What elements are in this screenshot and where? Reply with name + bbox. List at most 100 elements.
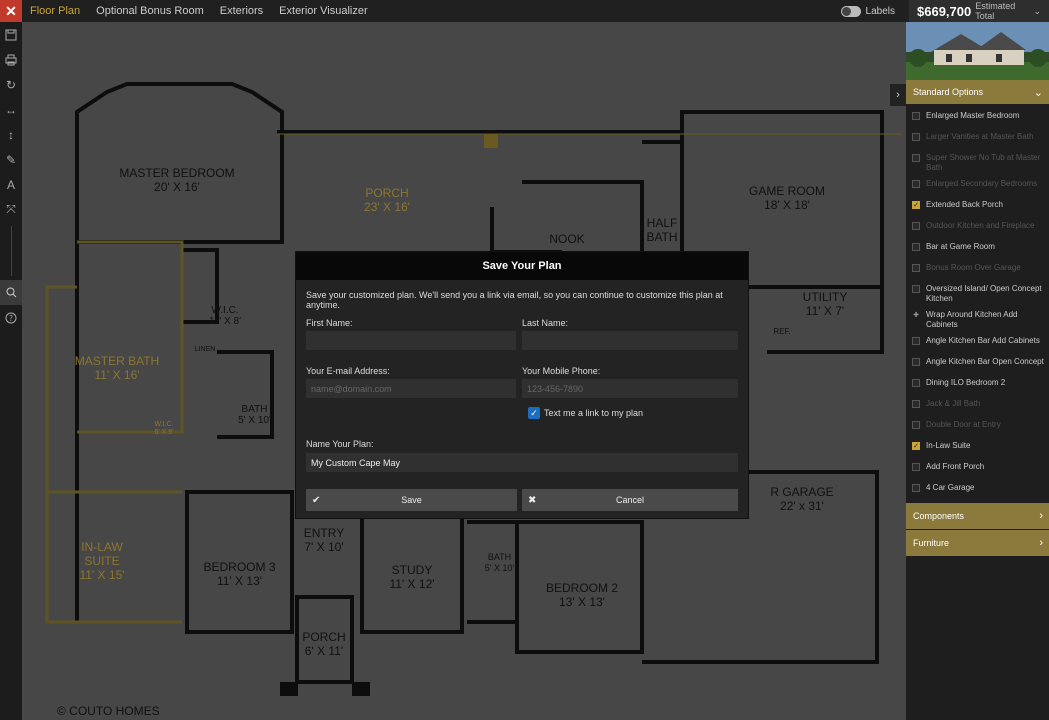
price-value: $669,700 (917, 3, 972, 19)
room-label-utility: UTILITY 11' X 7' (780, 290, 870, 318)
room-name: ENTRY (303, 526, 345, 540)
room-size: 22' x 31' (780, 499, 824, 513)
room-size: 5' X 10' (238, 415, 271, 426)
compress-icon[interactable]: ⤧ (0, 197, 22, 222)
last-name-label: Last Name: (522, 318, 569, 328)
option-label: Angle Kitchen Bar Open Concept (926, 357, 1044, 366)
text-icon[interactable]: A (0, 172, 22, 197)
options-list: Enlarged Master Bedroom Larger Vanities … (906, 104, 1049, 501)
option-checkbox (912, 222, 920, 230)
room-label-garage: R GARAGE 22' x 31' (752, 485, 852, 513)
room-size: 6' X 5' (154, 429, 174, 436)
option-label: Oversized Island/ Open Concept Kitchen (926, 284, 1042, 303)
room-name: PORCH (302, 630, 346, 644)
email-field[interactable] (306, 379, 516, 398)
option-label: In-Law Suite (926, 441, 971, 450)
components-header[interactable]: Components › (906, 503, 1049, 529)
phone-label: Your Mobile Phone: (522, 366, 601, 376)
room-label-entry: ENTRY 7' X 10' (294, 526, 354, 554)
room-label-wic-small: W.I.C. 6' X 5' (147, 421, 181, 437)
option-4-car-garage[interactable]: 4 Car Garage (906, 480, 1049, 501)
zoom-icon[interactable] (0, 280, 22, 305)
room-label-half-bath: HALF BATH (642, 216, 682, 244)
label-ref: REF. (770, 326, 794, 337)
help-icon[interactable]: ? (0, 305, 22, 330)
option-add-front-porch[interactable]: Add Front Porch (906, 459, 1049, 480)
option-checkbox[interactable] (912, 379, 920, 387)
room-size: 11' X 8' (209, 316, 241, 327)
save-icon[interactable] (0, 22, 22, 47)
close-icon[interactable]: ✕ (0, 0, 22, 22)
estimated-total-dropdown[interactable]: $669,700 Estimated Total ⌄ (909, 0, 1049, 22)
option-checkbox[interactable] (912, 337, 920, 345)
room-size: 11' X 16' (94, 368, 140, 382)
last-name-field[interactable] (522, 331, 738, 350)
cancel-button-label: Cancel (615, 495, 644, 505)
options-panel: Standard Options ⌄ Enlarged Master Bedro… (906, 22, 1049, 720)
option-bar-at-game-room[interactable]: Bar at Game Room (906, 239, 1049, 260)
first-name-field[interactable] (306, 331, 516, 350)
print-icon[interactable] (0, 47, 22, 72)
text-me-label: Text me a link to my plan (544, 408, 644, 418)
option-label: Bonus Room Over Garage (926, 263, 1021, 272)
room-name: IN-LAW SUITE (81, 540, 123, 568)
save-plan-dialog: Save Your Plan Save your customized plan… (295, 251, 749, 519)
option-checkbox[interactable] (912, 463, 920, 471)
option-angle-kitchen-bar-open[interactable]: Angle Kitchen Bar Open Concept (906, 354, 1049, 375)
room-size: 11' X 7' (805, 304, 845, 318)
flip-vertical-icon[interactable]: ↕ (0, 122, 22, 147)
option-label: Outdoor Kitchen and Fireplace (926, 221, 1035, 230)
flip-horizontal-icon[interactable]: ↔ (0, 97, 22, 122)
option-angle-kitchen-bar-cabinets[interactable]: Angle Kitchen Bar Add Cabinets (906, 333, 1049, 354)
checkmark-icon[interactable]: ✓ (912, 442, 920, 450)
zoom-slider-track[interactable] (10, 226, 12, 276)
room-name: W.I.C. (154, 421, 174, 428)
room-label-bedroom-2: BEDROOM 2 13' X 13' (532, 581, 632, 609)
room-label-in-law-suite: IN-LAW SUITE 11' X 15' (62, 540, 142, 582)
tab-floor-plan[interactable]: Floor Plan (22, 0, 88, 22)
option-checkbox[interactable] (912, 358, 920, 366)
pencil-icon[interactable]: ✎ (0, 147, 22, 172)
option-checkbox[interactable] (912, 285, 920, 293)
save-button[interactable]: ✔ Save (306, 489, 517, 511)
option-in-law-suite[interactable]: ✓ In-Law Suite (906, 438, 1049, 459)
room-name: REF. (773, 327, 791, 336)
svg-text:?: ? (9, 314, 13, 323)
chevron-down-icon: ⌄ (1033, 86, 1043, 99)
plan-name-field[interactable] (306, 453, 738, 472)
rotate-icon[interactable]: ↻ (0, 72, 22, 97)
option-oversized-island[interactable]: Oversized Island/ Open Concept Kitchen (906, 281, 1049, 307)
cancel-button[interactable]: ✖ Cancel (522, 489, 738, 511)
option-wrap-around-kitchen[interactable]: ✚ Wrap Around Kitchen Add Cabinets (906, 307, 1049, 333)
close-icon: ✖ (528, 494, 537, 506)
room-name: BATH (487, 552, 512, 562)
option-checkbox[interactable] (912, 112, 920, 120)
dialog-title: Save Your Plan (296, 252, 748, 280)
labels-toggle[interactable] (840, 5, 861, 17)
option-label: 4 Car Garage (926, 483, 975, 492)
phone-field[interactable] (522, 379, 738, 398)
option-checkbox[interactable] (912, 484, 920, 492)
tab-optional-bonus-room[interactable]: Optional Bonus Room (88, 0, 212, 22)
left-toolbar: ↻ ↔ ↕ ✎ A ⤧ ? (0, 22, 22, 720)
room-label-bath-2: BATH 5' X 10' (477, 552, 522, 574)
option-super-shower: Super Shower No Tub at Master Bath (906, 150, 1049, 176)
room-label-wic: W.I.C. 11' X 8' (200, 305, 250, 327)
option-checkbox (912, 133, 920, 141)
text-me-checkbox[interactable]: ✓ (528, 407, 540, 419)
option-checkbox (912, 264, 920, 272)
option-checkbox[interactable] (912, 243, 920, 251)
option-extended-back-porch[interactable]: ✓ Extended Back Porch (906, 197, 1049, 218)
checkmark-icon[interactable]: ✓ (912, 201, 920, 209)
copyright: © COUTO HOMES (57, 704, 160, 718)
plus-icon[interactable]: ✚ (912, 311, 920, 319)
tab-exterior-visualizer[interactable]: Exterior Visualizer (271, 0, 375, 22)
tab-exteriors[interactable]: Exteriors (212, 0, 271, 22)
expand-panel-chevron-icon[interactable]: › (890, 84, 906, 106)
furniture-header[interactable]: Furniture › (906, 530, 1049, 556)
option-dining-ilo-bedroom-2[interactable]: Dining ILO Bedroom 2 (906, 375, 1049, 396)
option-enlarged-master-bedroom[interactable]: Enlarged Master Bedroom (906, 108, 1049, 129)
house-thumbnail[interactable] (906, 22, 1049, 80)
standard-options-header[interactable]: Standard Options ⌄ (906, 80, 1049, 104)
components-label: Components (913, 511, 965, 521)
